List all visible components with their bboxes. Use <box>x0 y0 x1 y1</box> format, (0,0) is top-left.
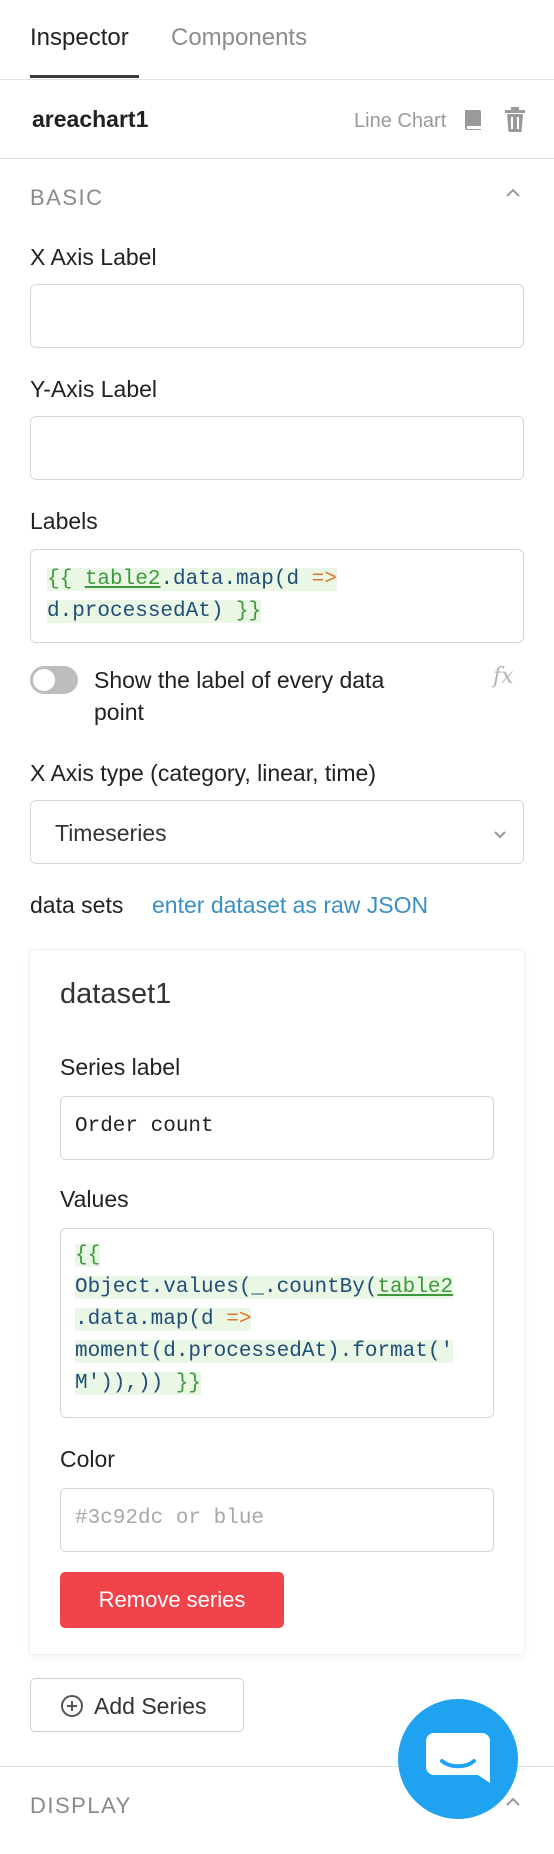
series-label-value: Order count <box>75 1115 214 1138</box>
values-label: Values <box>60 1186 129 1212</box>
data-sets-label: data sets <box>30 892 124 918</box>
component-type: Line Chart <box>354 110 447 132</box>
x-axis-label-input[interactable] <box>30 284 524 348</box>
color-label: Color <box>60 1446 115 1472</box>
fx-icon[interactable]: fx <box>493 664 514 689</box>
section-basic-title: BASIC <box>30 185 104 210</box>
x-axis-type-label: X Axis type (category, linear, time) <box>30 760 376 786</box>
code-token: table2 <box>84 568 161 591</box>
x-axis-type-value: Timeseries <box>55 820 167 846</box>
code-token: => <box>226 1308 252 1331</box>
code-token: table2 <box>377 1276 454 1299</box>
code-token: => <box>311 568 337 591</box>
code-token: M')),)) <box>75 1372 176 1395</box>
labels-label: Labels <box>30 508 98 534</box>
y-axis-label-label: Y-Axis Label <box>30 376 158 402</box>
toggle-knob <box>33 669 55 691</box>
inspector-tabs: Inspector Components <box>0 0 554 80</box>
show-labels-toggle[interactable] <box>30 666 78 694</box>
plus-circle-icon <box>60 1694 84 1723</box>
section-display-title: DISPLAY <box>30 1793 132 1818</box>
component-name[interactable]: areachart1 <box>32 106 148 133</box>
trash-icon[interactable] <box>504 107 526 138</box>
raw-json-link[interactable]: enter dataset as raw JSON <box>152 892 428 919</box>
tab-inspector[interactable]: Inspector <box>30 24 129 52</box>
active-tab-indicator <box>30 75 139 78</box>
color-input[interactable]: #3c92dc or blue <box>60 1488 494 1552</box>
code-token: d.processedAt) <box>47 600 237 623</box>
show-labels-text: Show the label of every data point <box>94 667 385 725</box>
add-series-button[interactable]: Add Series <box>30 1678 244 1732</box>
x-axis-label-label: X Axis Label <box>30 244 157 270</box>
series-label-label: Series label <box>60 1054 181 1080</box>
chat-icon <box>426 1733 490 1783</box>
code-token: {{ <box>47 568 85 591</box>
dataset-title: dataset1 <box>60 978 172 1010</box>
chevron-down-icon <box>493 826 507 844</box>
remove-series-button[interactable]: Remove series <box>60 1572 284 1628</box>
code-token: {{ <box>75 1244 101 1267</box>
values-code-input[interactable]: {{ Object.values(_.countBy(table2 .data.… <box>60 1228 494 1418</box>
code-token: }} <box>175 1372 202 1395</box>
code-token: moment(d.processedAt).format(' <box>75 1340 454 1363</box>
code-token: Object.values(_.countBy( <box>75 1276 378 1299</box>
chevron-up-icon[interactable] <box>505 186 521 204</box>
y-axis-label-input[interactable] <box>30 416 524 480</box>
tab-components[interactable]: Components <box>171 24 307 52</box>
series-label-input[interactable]: Order count <box>60 1096 494 1160</box>
color-placeholder: #3c92dc or blue <box>75 1507 265 1530</box>
chat-support-button[interactable] <box>398 1699 518 1819</box>
code-token: }} <box>236 600 262 623</box>
add-series-label: Add Series <box>94 1693 207 1719</box>
dataset-card: dataset1 Series label Order count Values… <box>30 950 524 1654</box>
code-token: .data.map(d <box>75 1308 227 1331</box>
labels-code-input[interactable]: {{ table2.data.map(d => d.processedAt) }… <box>30 549 524 643</box>
x-axis-type-select[interactable]: Timeseries <box>30 800 524 864</box>
code-token: .data.map(d <box>160 568 312 591</box>
component-header: areachart1 Line Chart <box>0 80 554 159</box>
book-icon[interactable] <box>462 108 484 137</box>
